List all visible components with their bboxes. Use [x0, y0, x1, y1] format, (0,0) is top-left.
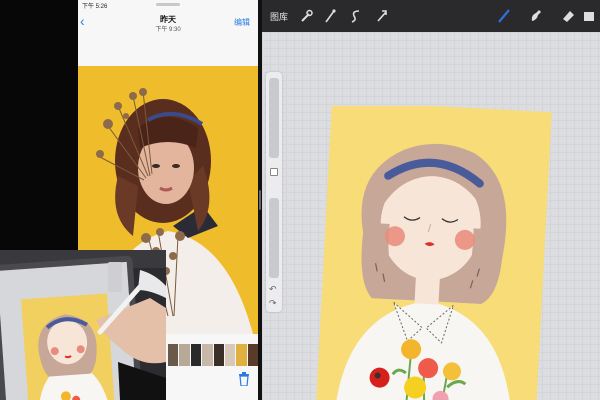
photo-time-subtitle: 下午 9:30 [155, 27, 181, 33]
split-divider-handle[interactable] [259, 190, 261, 210]
gallery-button[interactable]: 图库 [270, 10, 288, 23]
thumbnail[interactable] [213, 344, 224, 366]
opacity-slider[interactable] [269, 198, 279, 278]
tutorial-video-overlay[interactable] [0, 250, 166, 400]
thumbnail[interactable] [168, 344, 179, 366]
thumbnail[interactable] [247, 344, 258, 366]
split-view-grabber[interactable] [156, 3, 180, 6]
edit-button[interactable]: 编辑 [234, 17, 250, 28]
undo-icon[interactable]: ↶ [269, 284, 277, 295]
adjustments-icon[interactable] [322, 7, 338, 25]
procreate-top-toolbar: 图库 [262, 0, 600, 32]
thumbnail[interactable] [179, 344, 190, 366]
redo-icon[interactable]: ↷ [269, 298, 277, 309]
selection-icon[interactable] [348, 7, 364, 25]
thumbnail[interactable] [202, 344, 213, 366]
procreate-app-pane: 图库 ↶ ↷ [262, 0, 600, 400]
modify-button[interactable] [270, 168, 278, 176]
thumbnail-strip[interactable] [168, 344, 258, 366]
procreate-sidebar: ↶ ↷ [266, 72, 282, 312]
brush-icon[interactable] [496, 7, 512, 25]
layers-icon[interactable] [582, 7, 596, 25]
trash-icon[interactable] [238, 372, 250, 386]
thumbnail[interactable] [224, 344, 236, 366]
eraser-icon[interactable] [560, 7, 576, 25]
illustration-canvas[interactable] [304, 106, 552, 400]
brush-size-slider[interactable] [269, 78, 279, 158]
thumbnail[interactable] [236, 344, 247, 366]
wrench-icon[interactable] [298, 7, 314, 25]
smudge-icon[interactable] [528, 7, 544, 25]
transform-icon[interactable] [374, 7, 390, 25]
thumbnail[interactable] [190, 344, 202, 366]
status-time: 下午 5:26 [82, 4, 108, 10]
